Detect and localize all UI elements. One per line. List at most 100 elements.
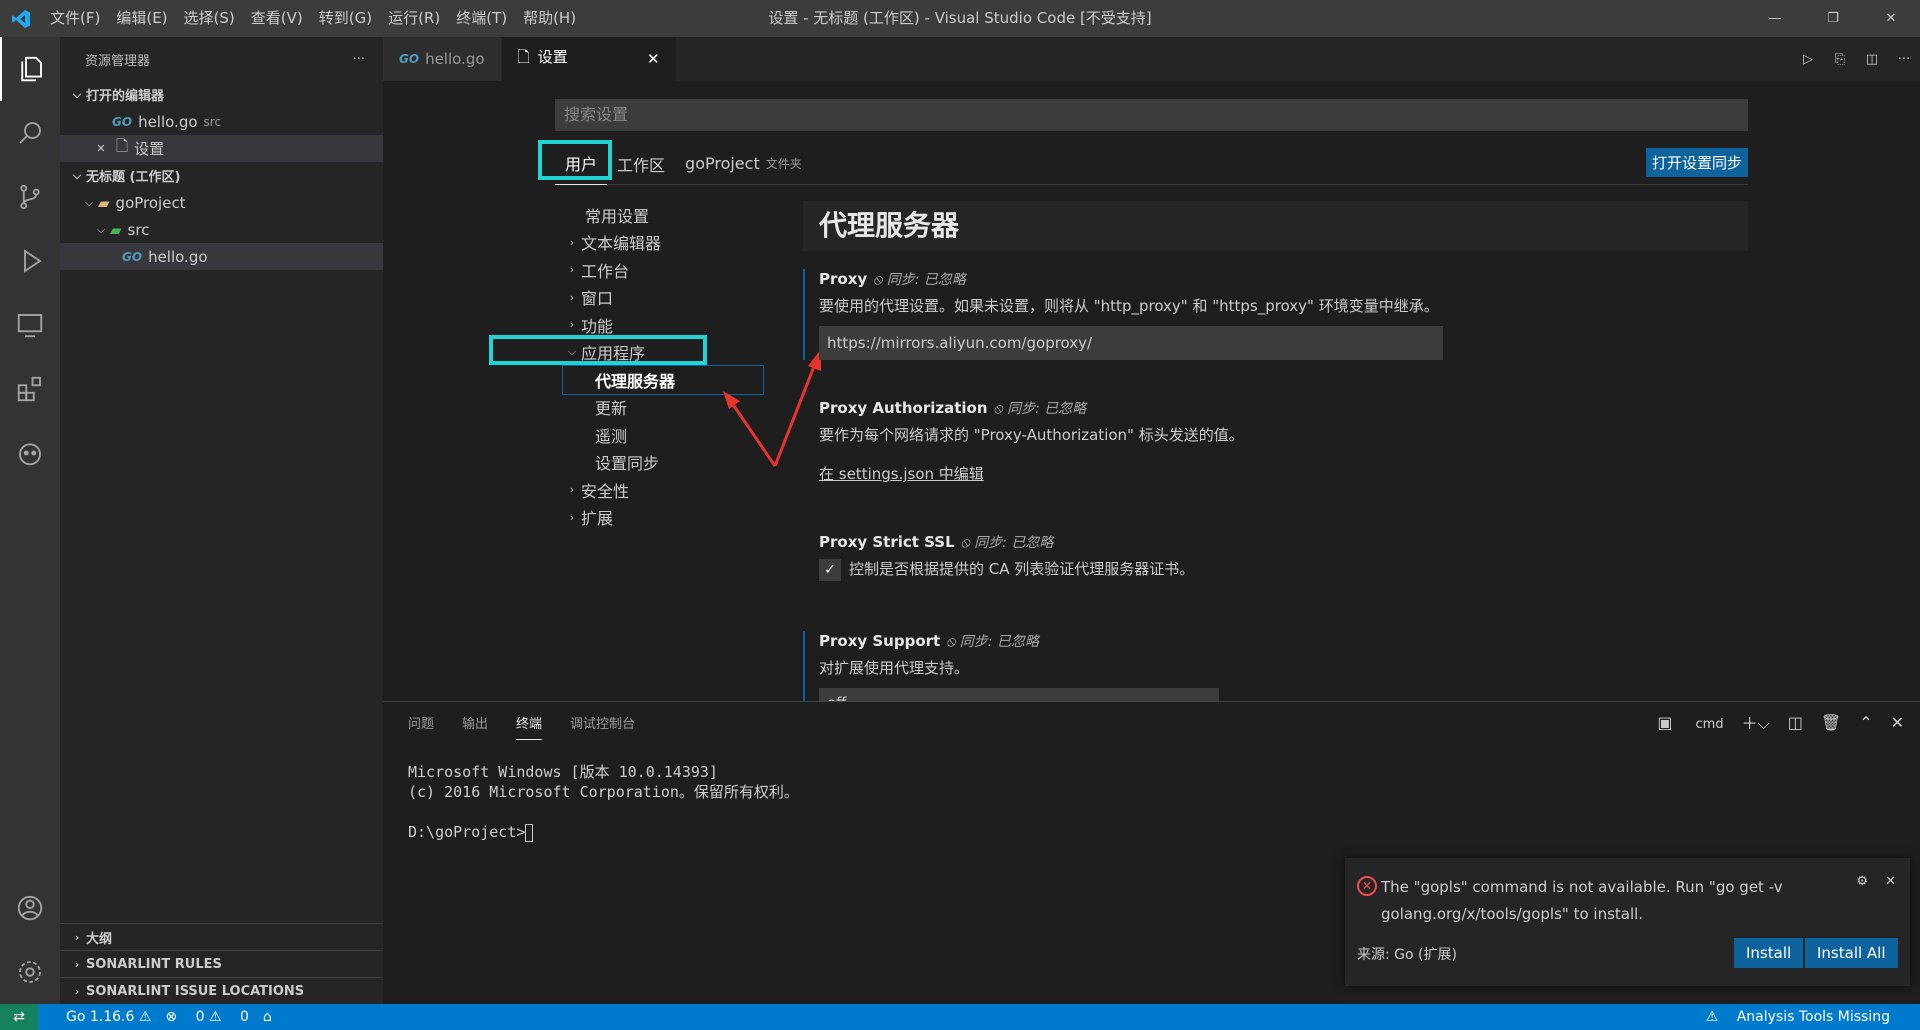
menu-edit[interactable]: 编辑(E)	[108, 0, 175, 37]
setting-desc: 对扩展使用代理支持。	[819, 658, 970, 677]
more-actions-icon[interactable]: ···	[1888, 52, 1920, 67]
chevron-right-icon: ›	[74, 930, 80, 944]
run-icon[interactable]: ▷	[1792, 52, 1824, 67]
menu-go[interactable]: 转到(G)	[311, 0, 380, 37]
setting-desc: 要使用的代理设置。如果未设置，则将从 "http_proxy" 和 "https…	[819, 297, 1439, 315]
go-file-icon: GO	[399, 52, 420, 66]
search-icon[interactable]	[0, 101, 60, 165]
analysis-tools-status[interactable]: ⚠ Analysis Tools Missing	[1706, 1004, 1890, 1030]
workspace-section[interactable]: ⌵ 无标题 (工作区)	[60, 162, 383, 189]
sonarlint-rules-section[interactable]: › SONARLINT RULES	[60, 950, 383, 977]
folder-src[interactable]: ⌵ ▰ src	[60, 216, 383, 243]
go-version[interactable]: Go 1.16.6 ⚠	[52, 1009, 151, 1025]
file-icon: 🗋	[517, 48, 530, 66]
new-terminal-icon[interactable]: ＋⌵	[1742, 710, 1770, 734]
proxy-input[interactable]: https://mirrors.aliyun.com/goproxy/	[819, 326, 1443, 360]
sonarlint-issue-section[interactable]: › SONARLINT ISSUE LOCATIONS	[60, 977, 383, 1004]
setting-proxy-authorization: Proxy Authorization ⦸ 同步: 已忽略 要作为每个网络请求的 …	[803, 398, 1748, 484]
setting-title: Proxy Strict SSL ⦸ 同步: 已忽略	[819, 533, 1054, 551]
more-actions-icon[interactable]: ···	[353, 52, 365, 67]
panel-actions: ▣ cmd ＋⌵ ◫ 🗑 ⌃ ✕	[1621, 710, 1904, 734]
tab-debug-console[interactable]: 调试控制台	[570, 702, 635, 748]
settings-content: 代理服务器 Proxy ⦸ 同步: 已忽略 要使用的代理设置。如果未设置，则将从 …	[803, 201, 1748, 701]
setting-proxy: Proxy ⦸ 同步: 已忽略 要使用的代理设置。如果未设置，则将从 "http_…	[803, 269, 1748, 360]
open-editor-desc: src	[203, 114, 222, 129]
terminal-shell-select[interactable]: ▣ cmd	[1639, 713, 1723, 732]
folder-goproject[interactable]: ⌵ ▰ goProject	[60, 189, 383, 216]
menu-selection[interactable]: 选择(S)	[176, 0, 243, 37]
remote-explorer-icon[interactable]	[0, 293, 60, 357]
open-json-icon[interactable]: ⎘	[1824, 52, 1856, 67]
tab-output[interactable]: 输出	[462, 702, 488, 748]
notification-message: The "gopls" command is not available. Ru…	[1381, 878, 1783, 923]
gear-icon[interactable]: ⚙	[1856, 874, 1868, 889]
open-editors-section[interactable]: ⌵ 打开的编辑器	[60, 81, 383, 108]
terminal-line: Microsoft Windows [版本 10.0.14393]	[408, 763, 718, 781]
install-all-button[interactable]: Install All	[1805, 938, 1898, 968]
extensions-icon[interactable]	[0, 357, 60, 421]
minimize-icon[interactable]: —	[1746, 0, 1804, 37]
strict-ssl-checkbox[interactable]: ✓	[819, 558, 841, 581]
setting-desc: 要作为每个网络请求的 "Proxy-Authorization" 标头发送的值。	[819, 426, 1244, 444]
file-hello-go[interactable]: GO hello.go	[60, 243, 383, 270]
edit-in-settings-json-link[interactable]: 在 settings.json 中编辑	[819, 463, 1748, 484]
menu-file[interactable]: 文件(F)	[42, 0, 108, 37]
remote-icon[interactable]: ⇄	[0, 1004, 38, 1030]
file-name: hello.go	[148, 247, 208, 266]
sidebar-bottom-sections: › 大纲 › SONARLINT RULES › SONARLINT ISSUE LO…	[60, 923, 383, 1004]
menu-run[interactable]: 运行(R)	[380, 0, 448, 37]
terminal-prompt-line: D:\goProject>	[408, 822, 1895, 842]
menu-view[interactable]: 查看(V)	[243, 0, 311, 37]
gear-icon[interactable]	[0, 940, 60, 1004]
folder-icon: ▰	[110, 220, 122, 239]
sync-ignored-icon: ⦸	[993, 401, 1008, 417]
notification-source: 来源: Go (扩展)	[1357, 947, 1457, 963]
setting-title: Proxy Support ⦸ 同步: 已忽略	[819, 631, 1039, 650]
gopls-notification: ✕ The "gopls" command is not available. …	[1345, 858, 1910, 986]
setting-desc: ✓ 控制是否根据提供的 CA 列表验证代理服务器证书。	[819, 558, 1748, 581]
outline-section[interactable]: › 大纲	[60, 923, 383, 950]
close-icon[interactable]: ✕	[1885, 874, 1896, 889]
menu-terminal[interactable]: 终端(T)	[448, 0, 515, 37]
explorer-title: 资源管理器	[85, 53, 151, 69]
sync-ignored-icon: ⦸	[960, 535, 975, 551]
tab-problems[interactable]: 问题	[408, 702, 434, 748]
status-bar: ⇄ Go 1.16.6 ⚠ ⊗ 0 ⚠ 0 ⌂ ⚠ Analysis Tools…	[0, 1004, 1920, 1030]
split-terminal-icon[interactable]: ◫	[1788, 713, 1803, 732]
terminal-output[interactable]: Microsoft Windows [版本 10.0.14393] (c) 201…	[383, 748, 1920, 856]
folder-name: src	[127, 220, 150, 239]
close-panel-icon[interactable]: ✕	[1891, 713, 1904, 732]
open-editor-settings[interactable]: ✕ 🗋 设置	[60, 135, 383, 162]
explorer-header: 资源管理器 ···	[60, 37, 383, 81]
section-label: SONARLINT ISSUE LOCATIONS	[86, 983, 305, 999]
restore-icon[interactable]: ❐	[1804, 0, 1862, 37]
maximize-panel-icon[interactable]: ⌃	[1859, 713, 1872, 732]
home-icon[interactable]: ⌂	[263, 1009, 272, 1025]
explorer-sidebar: 资源管理器 ··· ⌵ 打开的编辑器 GO hello.go src ✕ 🗋 设置 ⌵ 无标…	[60, 37, 383, 1004]
account-icon[interactable]	[0, 876, 60, 940]
tab-hello-go[interactable]: GO hello.go	[383, 37, 502, 81]
setting-title: Proxy Authorization ⦸ 同步: 已忽略	[819, 399, 1087, 417]
trash-icon[interactable]: 🗑	[1821, 713, 1841, 732]
tab-label: 设置	[537, 48, 568, 66]
file-icon: 🗋	[116, 137, 129, 155]
tab-settings[interactable]: 🗋 设置 ✕	[501, 37, 677, 81]
menu-help[interactable]: 帮助(H)	[515, 0, 584, 37]
tab-terminal[interactable]: 终端	[516, 710, 543, 740]
close-icon[interactable]: ✕	[92, 142, 110, 155]
folder-icon: ▰	[98, 193, 110, 212]
source-control-icon[interactable]	[0, 165, 60, 229]
terminal-cursor	[525, 823, 534, 842]
problems-count[interactable]: ⊗ 0 ⚠ 0	[165, 1009, 248, 1025]
chevron-right-icon: ›	[74, 984, 80, 998]
install-button[interactable]: Install	[1734, 938, 1804, 968]
sync-ignored-icon: ⦸	[873, 272, 887, 288]
close-window-icon[interactable]: ✕	[1862, 0, 1920, 37]
alien-icon[interactable]	[0, 421, 60, 485]
close-tab-icon[interactable]: ✕	[647, 50, 660, 68]
open-editor-hello-go[interactable]: GO hello.go src	[60, 108, 383, 135]
proxy-support-select[interactable]: off⌵	[819, 687, 1219, 701]
run-debug-icon[interactable]	[0, 229, 60, 293]
explorer-icon[interactable]	[0, 37, 60, 101]
split-editor-icon[interactable]: ◫	[1856, 52, 1888, 67]
